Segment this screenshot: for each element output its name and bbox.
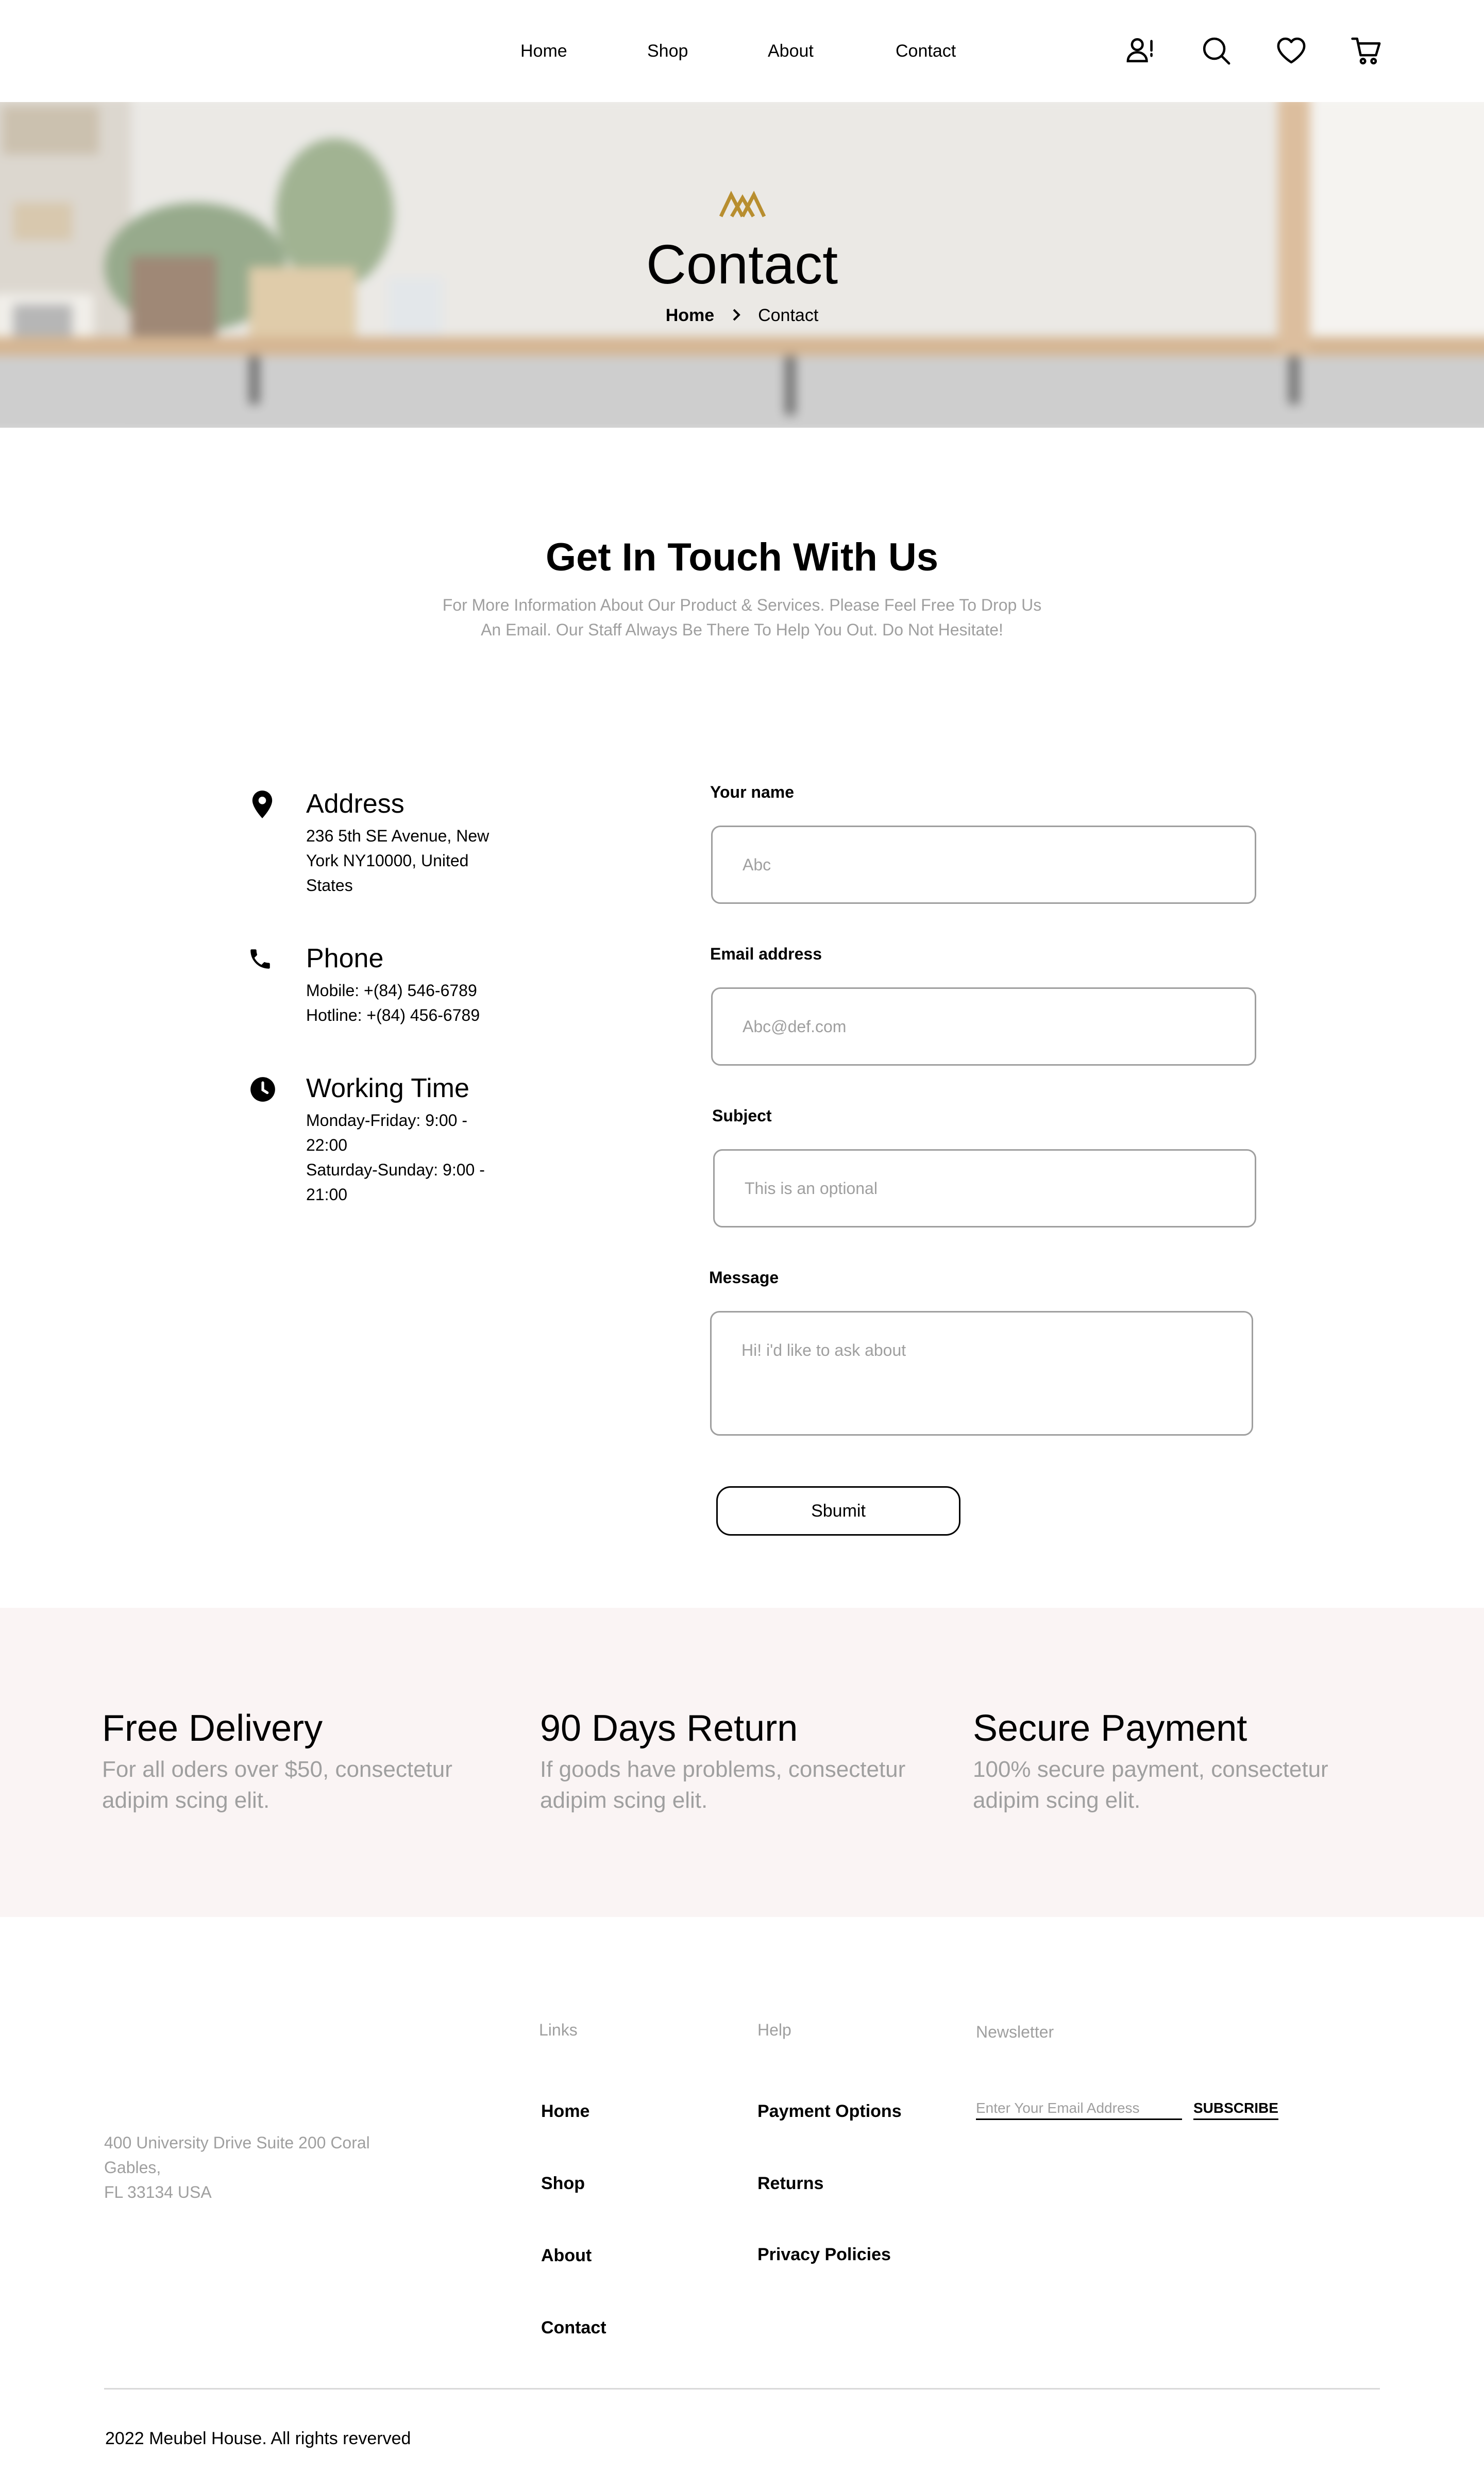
footer-links-heading: Links: [539, 2021, 578, 2039]
footer-link-contact[interactable]: Contact: [541, 2317, 606, 2339]
newsletter-email-input[interactable]: [976, 2097, 1182, 2120]
working-time-title: Working Time: [306, 1073, 469, 1103]
footer-address-line: FL 33134 USA: [104, 2183, 212, 2201]
feature-description-line: If goods have problems, consectetur: [540, 1757, 906, 1782]
footer-address-line: 400 University Drive Suite 200 Coral: [104, 2133, 370, 2152]
copyright-text: 2022 Meubel House. All rights reverved: [105, 2429, 411, 2448]
feature-description: If goods have problems, consectetur adip…: [540, 1754, 942, 1816]
account-alert-icon[interactable]: [1124, 34, 1157, 67]
address-line: 236 5th SE Avenue, New: [306, 827, 490, 845]
footer-address-line: Gables,: [104, 2158, 161, 2177]
address-line: States: [306, 876, 353, 895]
breadcrumb-home-link[interactable]: Home: [666, 306, 714, 325]
footer-link-home[interactable]: Home: [541, 2100, 589, 2122]
site-header: Home Shop About Contact: [0, 0, 1484, 102]
email-label: Email address: [710, 945, 822, 963]
feature-description: 100% secure payment, consectetur adipim …: [973, 1754, 1375, 1816]
feature-description: For all oders over $50, consectetur adip…: [102, 1754, 504, 1816]
message-field[interactable]: [710, 1311, 1253, 1436]
clock-icon: [249, 1076, 276, 1103]
heart-icon[interactable]: [1275, 34, 1308, 67]
footer-address: 400 University Drive Suite 200 Coral Gab…: [104, 2130, 434, 2205]
subscribe-button[interactable]: SUBSCRIBE: [1193, 2097, 1278, 2120]
feature-description-line: adipim scing elit.: [102, 1788, 270, 1813]
working-time-line: 22:00: [306, 1136, 348, 1154]
footer-divider: [104, 2388, 1380, 2390]
feature-title: Free Delivery: [102, 1708, 323, 1749]
phone-icon: [247, 946, 273, 972]
working-time-line: 21:00: [306, 1185, 348, 1204]
breadcrumb-current: Contact: [758, 306, 819, 325]
section-title: Get In Touch With Us: [545, 535, 939, 579]
working-time-line: Saturday-Sunday: 9:00 -: [306, 1161, 485, 1179]
search-icon[interactable]: [1200, 34, 1233, 67]
nav-about-link[interactable]: About: [768, 40, 814, 62]
footer-newsletter-heading: Newsletter: [976, 2023, 1054, 2041]
nav-home-link[interactable]: Home: [520, 40, 567, 62]
cart-icon[interactable]: [1350, 34, 1383, 67]
subject-label: Subject: [712, 1106, 772, 1125]
page-banner: Contact Home Contact: [0, 102, 1484, 428]
chevron-right-icon: [727, 306, 746, 321]
footer-link-shop[interactable]: Shop: [541, 2173, 585, 2194]
footer-link-payment-options[interactable]: Payment Options: [757, 2100, 902, 2122]
message-label: Message: [709, 1268, 779, 1287]
subject-field[interactable]: [713, 1149, 1256, 1227]
feature-title: Secure Payment: [973, 1708, 1247, 1749]
breadcrumb: Home Contact: [0, 304, 1484, 327]
submit-button[interactable]: Sbumit: [716, 1486, 960, 1536]
working-time-line: Monday-Friday: 9:00 -: [306, 1111, 468, 1130]
footer-help-heading: Help: [757, 2021, 791, 2039]
phone-line: Hotline: +(84) 456-6789: [306, 1006, 480, 1024]
name-field[interactable]: [711, 826, 1256, 904]
nav-shop-link[interactable]: Shop: [647, 40, 688, 62]
feature-description-line: adipim scing elit.: [973, 1788, 1141, 1813]
page-title: Contact: [646, 233, 838, 295]
address-line: York NY10000, United: [306, 851, 469, 870]
phone-line: Mobile: +(84) 546-6789: [306, 981, 477, 1000]
footer-link-returns[interactable]: Returns: [757, 2173, 823, 2194]
phone-title: Phone: [306, 944, 384, 973]
brand-logo-icon: [718, 190, 767, 220]
address-title: Address: [306, 789, 404, 819]
name-label: Your name: [710, 783, 794, 801]
email-field[interactable]: [711, 987, 1256, 1066]
nav-contact-link[interactable]: Contact: [896, 40, 956, 62]
location-pin-icon: [250, 789, 274, 819]
feature-title: 90 Days Return: [540, 1708, 798, 1749]
footer-link-about[interactable]: About: [541, 2245, 592, 2266]
description-line: An Email. Our Staff Always Be There To H…: [481, 620, 1003, 639]
section-description: For More Information About Our Product &…: [402, 593, 1082, 642]
description-line: For More Information About Our Product &…: [442, 596, 1042, 614]
feature-description-line: adipim scing elit.: [540, 1788, 708, 1813]
feature-description-line: For all oders over $50, consectetur: [102, 1757, 452, 1782]
footer-link-privacy-policies[interactable]: Privacy Policies: [757, 2244, 891, 2265]
feature-description-line: 100% secure payment, consectetur: [973, 1757, 1328, 1782]
